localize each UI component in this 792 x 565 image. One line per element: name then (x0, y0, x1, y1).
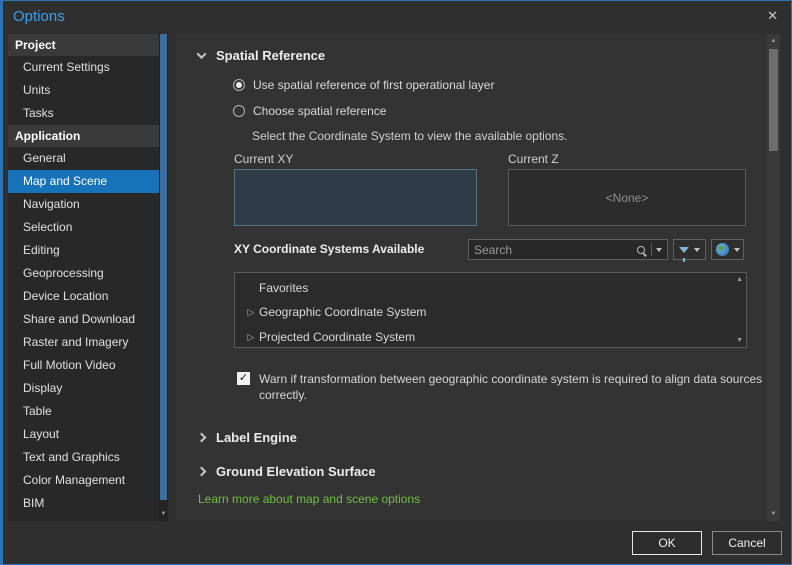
sidebar-scrollbar[interactable]: ▼ (159, 34, 168, 521)
sidebar-item-navigation[interactable]: Navigation (8, 193, 159, 216)
sidebar-item-color-management[interactable]: Color Management (8, 469, 159, 492)
sidebar-item-current-settings[interactable]: Current Settings (8, 56, 159, 79)
sidebar: Project Current Settings Units Tasks App… (8, 34, 159, 521)
warn-checkbox-row: ✓ Warn if transformation between geograp… (237, 371, 782, 403)
section-ground-elevation-surface[interactable]: Ground Elevation Surface (196, 462, 376, 480)
section-title-label-engine: Label Engine (216, 429, 297, 445)
xy-systems-available-label: XY Coordinate Systems Available (234, 242, 425, 256)
radio-selected-icon (233, 79, 245, 91)
sidebar-item-general[interactable]: General (8, 147, 159, 170)
coordinate-systems-list: Favorites ▷ Geographic Coordinate System… (234, 272, 747, 348)
list-scroll-down-icon[interactable]: ▼ (736, 337, 743, 344)
content-scroll-up-icon[interactable]: ▲ (767, 34, 780, 48)
window-title: Options (13, 8, 65, 25)
radio-unselected-icon (233, 105, 245, 117)
search-input[interactable] (469, 242, 637, 257)
list-item-favorites-label: Favorites (259, 281, 309, 295)
content-scrollbar-thumb[interactable] (769, 49, 778, 151)
current-xy-label: Current XY (234, 152, 294, 166)
section-title-spatial-reference: Spatial Reference (216, 47, 326, 63)
options-dialog: Options ✕ Project Current Settings Units… (0, 0, 792, 565)
sidebar-item-layout[interactable]: Layout (8, 423, 159, 446)
list-item-favorites[interactable]: Favorites (235, 276, 746, 300)
radio-choose-spatial-reference[interactable]: Choose spatial reference (233, 104, 386, 118)
search-box[interactable] (468, 239, 668, 260)
spatial-reference-globe-button[interactable] (711, 239, 744, 260)
sidebar-item-editing[interactable]: Editing (8, 239, 159, 262)
section-label-engine[interactable]: Label Engine (196, 428, 297, 446)
filter-funnel-icon (679, 246, 689, 262)
sidebar-item-geoprocessing[interactable]: Geoprocessing (8, 262, 159, 285)
sidebar-item-tasks[interactable]: Tasks (8, 102, 159, 125)
sidebar-item-bim[interactable]: BIM (8, 492, 159, 515)
title-bar: Options ✕ (0, 0, 792, 34)
sidebar-item-display[interactable]: Display (8, 377, 159, 400)
current-z-value: <None> (605, 190, 649, 205)
sidebar-item-map-and-scene[interactable]: Map and Scene (8, 170, 159, 193)
radio-choose-spatial-reference-label: Choose spatial reference (253, 104, 387, 118)
cancel-button[interactable]: Cancel (712, 531, 782, 555)
search-icon (637, 245, 645, 254)
sidebar-item-full-motion-video[interactable]: Full Motion Video (8, 354, 159, 377)
warn-checkbox-label: Warn if transformation between geographi… (259, 372, 763, 402)
list-item-geographic-label: Geographic Coordinate System (259, 305, 427, 319)
sidebar-scrollbar-thumb[interactable] (160, 34, 167, 500)
coordinate-system-hint: Select the Coordinate System to view the… (252, 129, 568, 143)
chevron-right-icon (196, 466, 207, 476)
sidebar-scroll-down-icon[interactable]: ▼ (159, 507, 168, 521)
check-icon: ✓ (238, 372, 249, 384)
current-xy-box (234, 169, 477, 226)
globe-icon (715, 243, 729, 256)
sidebar-item-device-location[interactable]: Device Location (8, 285, 159, 308)
sidebar-item-units[interactable]: Units (8, 79, 159, 102)
sidebar-section-application: Application (8, 125, 159, 147)
close-icon[interactable]: ✕ (767, 8, 778, 24)
warn-checkbox[interactable]: ✓ (237, 372, 250, 385)
content-panel: Spatial Reference Use spatial reference … (176, 34, 780, 521)
filter-dropdown-icon (694, 247, 700, 252)
radio-first-operational-layer-label: Use spatial reference of first operation… (253, 78, 495, 92)
sidebar-item-table[interactable]: Table (8, 400, 159, 423)
section-title-ground-elevation: Ground Elevation Surface (216, 463, 376, 479)
radio-first-operational-layer[interactable]: Use spatial reference of first operation… (233, 78, 494, 92)
list-item-geographic-coordinate-system[interactable]: ▷ Geographic Coordinate System (235, 300, 746, 324)
list-scroll-up-icon[interactable]: ▲ (736, 276, 743, 283)
sidebar-item-share-and-download[interactable]: Share and Download (8, 308, 159, 331)
search-divider (651, 243, 652, 256)
globe-dropdown-icon (733, 247, 740, 252)
list-item-projected-coordinate-system[interactable]: ▷ Projected Coordinate System (235, 325, 746, 349)
list-item-projected-label: Projected Coordinate System (259, 330, 416, 344)
expand-icon[interactable]: ▷ (243, 332, 259, 343)
chevron-down-icon (196, 48, 207, 59)
search-dropdown-icon[interactable] (656, 247, 662, 252)
filter-button[interactable] (673, 239, 706, 262)
chevron-right-icon (196, 432, 207, 442)
sidebar-section-project: Project (8, 34, 159, 56)
content-scrollbar[interactable]: ▲ ▼ (767, 34, 780, 521)
current-z-label: Current Z (508, 152, 559, 166)
ok-button[interactable]: OK (632, 531, 702, 555)
sidebar-item-selection[interactable]: Selection (8, 216, 159, 239)
current-z-box: <None> (508, 169, 746, 226)
sidebar-item-text-and-graphics[interactable]: Text and Graphics (8, 446, 159, 469)
learn-more-link[interactable]: Learn more about map and scene options (198, 492, 420, 506)
expand-icon[interactable]: ▷ (243, 307, 259, 318)
sidebar-item-raster-and-imagery[interactable]: Raster and Imagery (8, 331, 159, 354)
content-scroll-down-icon[interactable]: ▼ (767, 507, 780, 521)
section-spatial-reference[interactable]: Spatial Reference (196, 46, 326, 64)
